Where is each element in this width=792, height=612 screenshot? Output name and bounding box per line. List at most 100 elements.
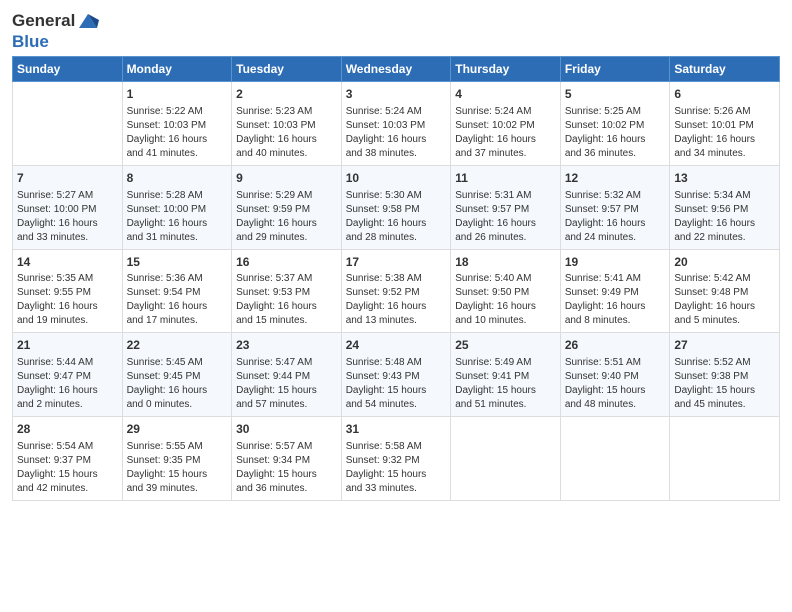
day-number: 26 bbox=[565, 337, 666, 354]
header: General Blue bbox=[12, 10, 780, 52]
calendar-cell bbox=[670, 417, 780, 501]
day-info: Sunrise: 5:30 AMSunset: 9:58 PMDaylight:… bbox=[346, 189, 447, 245]
calendar-cell: 19Sunrise: 5:41 AMSunset: 9:49 PMDayligh… bbox=[560, 249, 670, 333]
day-info: Sunrise: 5:25 AMSunset: 10:02 PMDaylight… bbox=[565, 105, 666, 161]
day-info: Sunrise: 5:57 AMSunset: 9:34 PMDaylight:… bbox=[236, 440, 337, 496]
day-info: Sunrise: 5:47 AMSunset: 9:44 PMDaylight:… bbox=[236, 356, 337, 412]
day-number: 29 bbox=[127, 421, 228, 438]
day-number: 19 bbox=[565, 254, 666, 271]
calendar-cell: 26 Sunrise: 5:51 AMSunset: 9:40 PMDayligh… bbox=[560, 333, 670, 417]
calendar-cell: 31Sunrise: 5:58 AMSunset: 9:32 PMDayligh… bbox=[341, 417, 451, 501]
day-info: Sunrise: 5:32 AMSunset: 9:57 PMDaylight:… bbox=[565, 189, 666, 245]
day-number: 28 bbox=[17, 421, 118, 438]
day-number: 30 bbox=[236, 421, 337, 438]
calendar-cell: 21Sunrise: 5:44 AMSunset: 9:47 PMDayligh… bbox=[13, 333, 123, 417]
calendar-cell: 17Sunrise: 5:38 AMSunset: 9:52 PMDayligh… bbox=[341, 249, 451, 333]
calendar-cell: 8 Sunrise: 5:28 AMSunset: 10:00 PMDayligh… bbox=[122, 165, 232, 249]
calendar-cell: 28Sunrise: 5:54 AMSunset: 9:37 PMDayligh… bbox=[13, 417, 123, 501]
calendar-container: General Blue SundayMondayTuesdayWednesda… bbox=[0, 0, 792, 513]
calendar-cell: 20Sunrise: 5:42 AMSunset: 9:48 PMDayligh… bbox=[670, 249, 780, 333]
day-info: Sunrise: 5:38 AMSunset: 9:52 PMDaylight:… bbox=[346, 272, 447, 328]
calendar-cell: 5 Sunrise: 5:25 AMSunset: 10:02 PMDayligh… bbox=[560, 82, 670, 166]
calendar-cell: 4 Sunrise: 5:24 AMSunset: 10:02 PMDayligh… bbox=[451, 82, 561, 166]
logo-text-blue: Blue bbox=[12, 32, 49, 52]
day-number: 22 bbox=[127, 337, 228, 354]
day-info: Sunrise: 5:27 AMSunset: 10:00 PMDaylight… bbox=[17, 189, 118, 245]
header-day-sunday: Sunday bbox=[13, 57, 123, 82]
day-number: 20 bbox=[674, 254, 775, 271]
calendar-cell bbox=[451, 417, 561, 501]
calendar-cell: 13Sunrise: 5:34 AMSunset: 9:56 PMDayligh… bbox=[670, 165, 780, 249]
day-number: 18 bbox=[455, 254, 556, 271]
logo-text-general: General bbox=[12, 11, 75, 31]
day-number: 21 bbox=[17, 337, 118, 354]
day-info: Sunrise: 5:48 AMSunset: 9:43 PMDaylight:… bbox=[346, 356, 447, 412]
day-info: Sunrise: 5:36 AMSunset: 9:54 PMDaylight:… bbox=[127, 272, 228, 328]
header-day-tuesday: Tuesday bbox=[232, 57, 342, 82]
day-info: Sunrise: 5:51 AMSunset: 9:40 PMDaylight:… bbox=[565, 356, 666, 412]
day-info: Sunrise: 5:24 AMSunset: 10:03 PMDaylight… bbox=[346, 105, 447, 161]
calendar-cell: 1 Sunrise: 5:22 AMSunset: 10:03 PMDayligh… bbox=[122, 82, 232, 166]
calendar-cell: 12 Sunrise: 5:32 AMSunset: 9:57 PMDayligh… bbox=[560, 165, 670, 249]
day-info: Sunrise: 5:31 AMSunset: 9:57 PMDaylight:… bbox=[455, 189, 556, 245]
calendar-cell: 3 Sunrise: 5:24 AMSunset: 10:03 PMDayligh… bbox=[341, 82, 451, 166]
logo-icon bbox=[77, 10, 99, 32]
day-number: 1 bbox=[127, 86, 228, 103]
calendar-cell: 22 Sunrise: 5:45 AMSunset: 9:45 PMDayligh… bbox=[122, 333, 232, 417]
day-number: 16 bbox=[236, 254, 337, 271]
calendar-cell: 25Sunrise: 5:49 AMSunset: 9:41 PMDayligh… bbox=[451, 333, 561, 417]
calendar-cell: 10 Sunrise: 5:30 AMSunset: 9:58 PMDayligh… bbox=[341, 165, 451, 249]
calendar-table: SundayMondayTuesdayWednesdayThursdayFrid… bbox=[12, 56, 780, 501]
week-row-2: 7 Sunrise: 5:27 AMSunset: 10:00 PMDayligh… bbox=[13, 165, 780, 249]
day-info: Sunrise: 5:26 AMSunset: 10:01 PMDaylight… bbox=[674, 105, 775, 161]
calendar-cell bbox=[560, 417, 670, 501]
week-row-5: 28Sunrise: 5:54 AMSunset: 9:37 PMDayligh… bbox=[13, 417, 780, 501]
day-number: 3 bbox=[346, 86, 447, 103]
day-info: Sunrise: 5:37 AMSunset: 9:53 PMDaylight:… bbox=[236, 272, 337, 328]
day-number: 12 bbox=[565, 170, 666, 187]
calendar-cell: 7 Sunrise: 5:27 AMSunset: 10:00 PMDayligh… bbox=[13, 165, 123, 249]
day-number: 24 bbox=[346, 337, 447, 354]
day-number: 14 bbox=[17, 254, 118, 271]
day-number: 27 bbox=[674, 337, 775, 354]
day-number: 8 bbox=[127, 170, 228, 187]
header-day-thursday: Thursday bbox=[451, 57, 561, 82]
calendar-cell: 14Sunrise: 5:35 AMSunset: 9:55 PMDayligh… bbox=[13, 249, 123, 333]
header-day-saturday: Saturday bbox=[670, 57, 780, 82]
day-number: 23 bbox=[236, 337, 337, 354]
day-number: 7 bbox=[17, 170, 118, 187]
day-info: Sunrise: 5:35 AMSunset: 9:55 PMDaylight:… bbox=[17, 272, 118, 328]
day-info: Sunrise: 5:45 AMSunset: 9:45 PMDaylight:… bbox=[127, 356, 228, 412]
day-info: Sunrise: 5:41 AMSunset: 9:49 PMDaylight:… bbox=[565, 272, 666, 328]
day-number: 13 bbox=[674, 170, 775, 187]
day-info: Sunrise: 5:42 AMSunset: 9:48 PMDaylight:… bbox=[674, 272, 775, 328]
calendar-cell: 11 Sunrise: 5:31 AMSunset: 9:57 PMDayligh… bbox=[451, 165, 561, 249]
day-info: Sunrise: 5:28 AMSunset: 10:00 PMDaylight… bbox=[127, 189, 228, 245]
day-number: 25 bbox=[455, 337, 556, 354]
week-row-4: 21Sunrise: 5:44 AMSunset: 9:47 PMDayligh… bbox=[13, 333, 780, 417]
day-number: 4 bbox=[455, 86, 556, 103]
calendar-cell: 27Sunrise: 5:52 AMSunset: 9:38 PMDayligh… bbox=[670, 333, 780, 417]
day-info: Sunrise: 5:22 AMSunset: 10:03 PMDaylight… bbox=[127, 105, 228, 161]
day-number: 9 bbox=[236, 170, 337, 187]
logo: General Blue bbox=[12, 10, 99, 52]
calendar-cell: 29Sunrise: 5:55 AMSunset: 9:35 PMDayligh… bbox=[122, 417, 232, 501]
day-number: 5 bbox=[565, 86, 666, 103]
calendar-cell bbox=[13, 82, 123, 166]
calendar-cell: 2Sunrise: 5:23 AMSunset: 10:03 PMDayligh… bbox=[232, 82, 342, 166]
calendar-cell: 24 Sunrise: 5:48 AMSunset: 9:43 PMDayligh… bbox=[341, 333, 451, 417]
header-row: SundayMondayTuesdayWednesdayThursdayFrid… bbox=[13, 57, 780, 82]
day-number: 6 bbox=[674, 86, 775, 103]
day-number: 17 bbox=[346, 254, 447, 271]
week-row-1: 1 Sunrise: 5:22 AMSunset: 10:03 PMDayligh… bbox=[13, 82, 780, 166]
day-info: Sunrise: 5:29 AMSunset: 9:59 PMDaylight:… bbox=[236, 189, 337, 245]
day-number: 15 bbox=[127, 254, 228, 271]
calendar-cell: 23 Sunrise: 5:47 AMSunset: 9:44 PMDayligh… bbox=[232, 333, 342, 417]
header-day-monday: Monday bbox=[122, 57, 232, 82]
day-number: 11 bbox=[455, 170, 556, 187]
calendar-cell: 18Sunrise: 5:40 AMSunset: 9:50 PMDayligh… bbox=[451, 249, 561, 333]
day-info: Sunrise: 5:24 AMSunset: 10:02 PMDaylight… bbox=[455, 105, 556, 161]
calendar-cell: 6 Sunrise: 5:26 AMSunset: 10:01 PMDayligh… bbox=[670, 82, 780, 166]
header-day-wednesday: Wednesday bbox=[341, 57, 451, 82]
day-number: 10 bbox=[346, 170, 447, 187]
